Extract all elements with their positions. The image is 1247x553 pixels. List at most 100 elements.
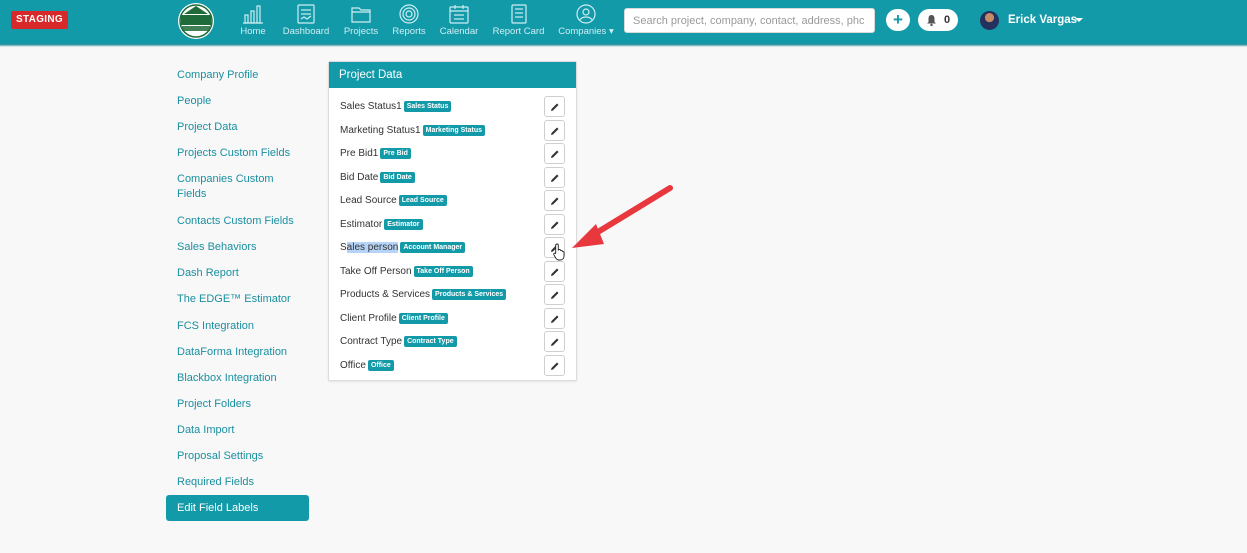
add-button[interactable]: + xyxy=(886,9,910,31)
field-default-badge: Bid Date xyxy=(380,172,415,183)
field-row-contract-type: Contract Type Contract Type xyxy=(340,331,566,353)
notification-count: 0 xyxy=(944,14,951,26)
field-row-lead-source: Lead Source Lead Source xyxy=(340,190,566,212)
edit-button[interactable] xyxy=(544,308,565,329)
field-row-client-profile: Client Profile Client Profile xyxy=(340,308,566,330)
bar-chart-icon xyxy=(243,5,263,24)
field-row-office: Office Office xyxy=(340,355,566,377)
field-default-badge: Contract Type xyxy=(404,336,457,347)
field-row-take-off-person: Take Off Person Take Off Person xyxy=(340,261,566,283)
field-row-bid-date: Bid Date Bid Date xyxy=(340,167,566,189)
field-label: Office Office xyxy=(340,360,394,371)
nav-dashboard-label: Dashboard xyxy=(282,26,330,37)
nav-home-label: Home xyxy=(240,26,266,37)
field-default-badge: Sales Status xyxy=(403,101,452,112)
sidebar-item-edit-field-labels[interactable]: Edit Field Labels xyxy=(166,495,309,521)
pencil-icon xyxy=(551,174,559,182)
pencil-icon xyxy=(551,338,559,346)
chevron-down-icon: ▾ xyxy=(606,26,614,37)
field-default-badge: Pre Bid xyxy=(380,148,411,159)
edit-button[interactable] xyxy=(544,96,565,117)
field-label: Take Off Person Take Off Person xyxy=(340,266,473,277)
nav-reports-label: Reports xyxy=(392,26,426,37)
sidebar-item-companies-custom-fields[interactable]: Companies Custom Fields xyxy=(177,172,282,202)
pencil-icon xyxy=(551,362,559,370)
nav-projects-label: Projects xyxy=(343,26,379,37)
sidebar-item-dash-report[interactable]: Dash Report xyxy=(177,266,297,281)
field-row-estimator: Estimator Estimator xyxy=(340,214,566,236)
calendar-icon xyxy=(449,5,469,24)
nav-companies-label: Companies ▾ xyxy=(558,26,614,37)
nav-reports[interactable]: Reports xyxy=(390,4,428,42)
pencil-icon xyxy=(551,127,559,135)
edit-button[interactable] xyxy=(544,143,565,164)
field-default-badge: Take Off Person xyxy=(413,266,473,277)
field-row-sales-person: Sales person Account Manager xyxy=(340,237,566,259)
dashboard-icon xyxy=(297,4,315,24)
pencil-icon xyxy=(551,268,559,276)
staging-badge: STAGING xyxy=(11,11,68,29)
edit-button[interactable] xyxy=(544,261,565,282)
nav-dashboard[interactable]: Dashboard xyxy=(282,4,330,42)
nav-projects[interactable]: Projects xyxy=(342,4,380,42)
sidebar-item-required-fields[interactable]: Required Fields xyxy=(177,475,297,490)
field-default-badge: Account Manager xyxy=(400,242,466,253)
nav-calendar[interactable]: Calendar xyxy=(439,4,479,42)
field-default-badge: Estimator xyxy=(384,219,423,230)
field-label: Products & Services Products & Services xyxy=(340,289,507,300)
edit-button[interactable] xyxy=(544,331,565,352)
text-selection: ales person xyxy=(346,242,399,253)
user-circle-icon xyxy=(576,4,596,24)
global-search-input[interactable] xyxy=(624,8,875,33)
folder-icon xyxy=(351,7,371,23)
pencil-icon xyxy=(551,315,559,323)
nav-home[interactable]: Home xyxy=(238,4,268,42)
sidebar-item-project-data[interactable]: Project Data xyxy=(177,120,297,135)
pencil-icon xyxy=(551,103,559,111)
nav-calendar-label: Calendar xyxy=(439,26,479,37)
field-label: Lead Source Lead Source xyxy=(340,195,447,206)
avatar[interactable] xyxy=(980,11,999,30)
card-title: Project Data xyxy=(329,62,576,88)
user-name[interactable]: Erick Vargas xyxy=(1008,14,1077,26)
pencil-icon xyxy=(551,197,559,205)
sidebar-item-dataforma-integration[interactable]: DataForma Integration xyxy=(177,345,297,360)
nav-report-card[interactable]: Report Card xyxy=(491,4,546,42)
sidebar-item-proposal-settings[interactable]: Proposal Settings xyxy=(177,449,297,464)
edit-button[interactable] xyxy=(544,120,565,141)
field-default-badge: Products & Services xyxy=(432,289,507,300)
field-default-badge: Office xyxy=(367,360,394,371)
edit-button[interactable] xyxy=(544,355,565,376)
pencil-icon xyxy=(551,150,559,158)
field-default-badge: Lead Source xyxy=(398,195,447,206)
sidebar-item-blackbox-integration[interactable]: Blackbox Integration xyxy=(177,371,297,386)
field-row-sales-status: Sales Status1 Sales Status xyxy=(340,96,566,118)
field-label: Marketing Status1 Marketing Status xyxy=(340,125,486,136)
company-logo[interactable] xyxy=(176,2,216,40)
user-menu-caret-icon[interactable] xyxy=(1075,18,1083,22)
notifications-button[interactable]: 0 xyxy=(918,9,958,31)
field-label: Pre Bid1 Pre Bid xyxy=(340,148,411,159)
field-row-marketing-status: Marketing Status1 Marketing Status xyxy=(340,120,566,142)
nav-companies[interactable]: Companies ▾ xyxy=(557,4,615,42)
sidebar-item-projects-custom-fields[interactable]: Projects Custom Fields xyxy=(177,146,297,161)
sidebar-item-contacts-custom-fields[interactable]: Contacts Custom Fields xyxy=(177,214,297,229)
pencil-icon xyxy=(551,291,559,299)
navbar-shadow xyxy=(0,44,1247,47)
sidebar-item-fcs-integration[interactable]: FCS Integration xyxy=(177,319,297,334)
edit-button[interactable] xyxy=(544,284,565,305)
sidebar-item-data-import[interactable]: Data Import xyxy=(177,423,297,438)
sidebar-item-project-folders[interactable]: Project Folders xyxy=(177,397,297,412)
project-data-card: Project Data Sales Status1 Sales Status M… xyxy=(328,61,577,381)
sidebar-item-sales-behaviors[interactable]: Sales Behaviors xyxy=(177,240,297,255)
field-label: Estimator Estimator xyxy=(340,219,423,230)
hand-cursor-icon xyxy=(553,243,565,261)
nav-report-card-label: Report Card xyxy=(492,26,545,37)
field-row-products-services: Products & Services Products & Services xyxy=(340,284,566,306)
sidebar-item-edge-estimator[interactable]: The EDGE™ Estimator xyxy=(177,292,297,307)
field-label: Sales Status1 Sales Status xyxy=(340,101,452,112)
field-label: Contract Type Contract Type xyxy=(340,336,457,347)
sidebar-item-people[interactable]: People xyxy=(177,94,297,109)
field-label: Sales person Account Manager xyxy=(340,242,466,253)
sidebar-item-company-profile[interactable]: Company Profile xyxy=(177,68,297,83)
